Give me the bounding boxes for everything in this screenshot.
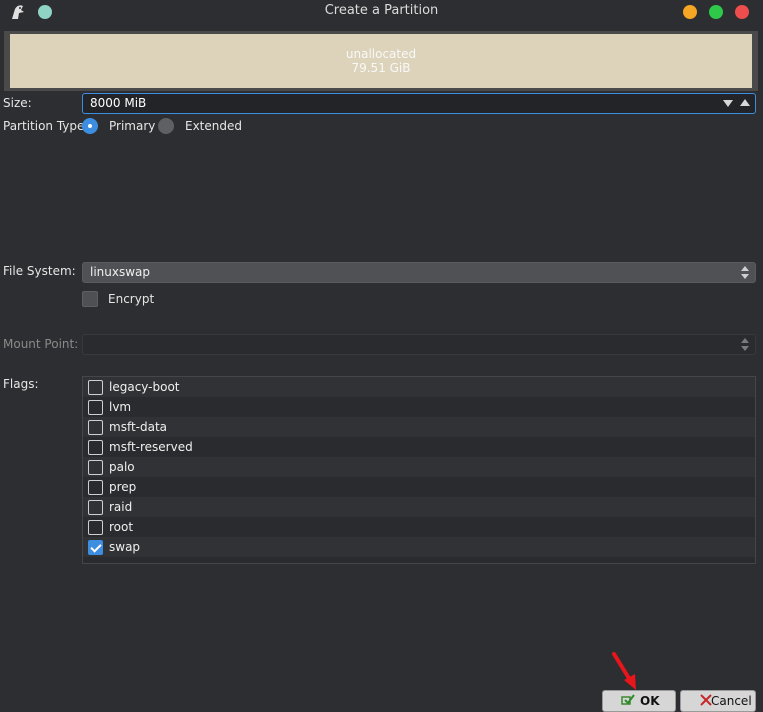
flag-row-palo[interactable]: palo	[83, 457, 755, 477]
cancel-button[interactable]: Cancel	[680, 690, 756, 712]
flag-label: lvm	[109, 400, 132, 414]
cancel-button-label: Cancel	[711, 694, 752, 708]
mount-point-label: Mount Point:	[3, 337, 79, 351]
flag-row-swap[interactable]: swap	[83, 537, 755, 557]
primary-radio[interactable]	[82, 118, 98, 134]
size-value[interactable]: 8000 MiB	[90, 96, 146, 110]
partition-size: 79.51 GiB	[351, 61, 411, 75]
file-system-label: File System:	[3, 264, 76, 278]
flag-checkbox[interactable]	[88, 400, 103, 415]
size-label: Size:	[3, 96, 32, 110]
extended-radio[interactable]	[158, 118, 174, 134]
flag-label: root	[109, 520, 134, 534]
close-button[interactable]	[735, 5, 749, 19]
size-spinbox[interactable]: 8000 MiB	[82, 93, 756, 114]
flag-label: msft-reserved	[109, 440, 193, 454]
flags-list[interactable]: legacy-boot lvm msft-data msft-reserved …	[82, 376, 756, 564]
minimize-button[interactable]	[683, 5, 697, 19]
annotation-arrow-icon	[612, 652, 636, 690]
maximize-button[interactable]	[709, 5, 723, 19]
decrease-size-icon[interactable]	[723, 100, 733, 107]
flag-row-msft-data[interactable]: msft-data	[83, 417, 755, 437]
flag-label: raid	[109, 500, 133, 514]
unallocated-region: unallocated 79.51 GiB	[10, 34, 752, 88]
partition-name: unallocated	[345, 47, 417, 61]
flag-label: swap	[109, 540, 141, 554]
flag-row-legacy-boot[interactable]: legacy-boot	[83, 377, 755, 397]
flag-checkbox-checked[interactable]	[88, 540, 103, 555]
flag-checkbox[interactable]	[88, 460, 103, 475]
extended-radio-label[interactable]: Extended	[185, 119, 242, 133]
primary-radio-label[interactable]: Primary	[109, 119, 155, 133]
flag-label: palo	[109, 460, 135, 474]
encrypt-label[interactable]: Encrypt	[108, 292, 154, 306]
flag-row-lvm[interactable]: lvm	[83, 397, 755, 417]
flag-row-raid[interactable]: raid	[83, 497, 755, 517]
partition-type-label: Partition Type:	[3, 119, 89, 133]
flag-checkbox[interactable]	[88, 520, 103, 535]
flag-checkbox[interactable]	[88, 500, 103, 515]
flag-row-prep[interactable]: prep	[83, 477, 755, 497]
window-title: Create a Partition	[324, 3, 439, 18]
flag-label: msft-data	[109, 420, 168, 434]
flag-label: legacy-boot	[109, 380, 180, 394]
title-bar: Create a Partition	[0, 0, 763, 24]
flag-checkbox[interactable]	[88, 480, 103, 495]
ok-button-label: OK	[640, 694, 660, 708]
mount-point-combo[interactable]	[82, 334, 756, 355]
flag-checkbox[interactable]	[88, 380, 103, 395]
flag-checkbox[interactable]	[88, 420, 103, 435]
flags-label: Flags:	[3, 377, 39, 391]
combo-updown-icon	[741, 338, 749, 351]
increase-size-icon[interactable]	[740, 99, 750, 106]
flag-checkbox[interactable]	[88, 440, 103, 455]
encrypt-checkbox[interactable]	[82, 291, 98, 307]
file-system-value[interactable]: linuxswap	[90, 265, 150, 279]
flag-row-root[interactable]: root	[83, 517, 755, 537]
file-system-combo[interactable]: linuxswap	[82, 262, 756, 283]
flag-label: prep	[109, 480, 137, 494]
combo-updown-icon	[741, 266, 749, 279]
flag-row-msft-reserved[interactable]: msft-reserved	[83, 437, 755, 457]
partition-graphic: unallocated 79.51 GiB	[4, 31, 758, 91]
